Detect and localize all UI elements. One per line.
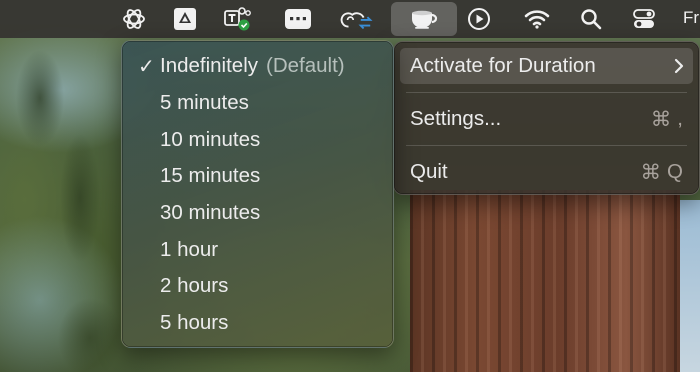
wifi-icon[interactable] [520, 2, 554, 36]
chevron-right-icon [673, 48, 685, 84]
shortcut-key: Q [667, 160, 683, 183]
submenu-item-1-hour[interactable]: 1 hour [128, 231, 387, 268]
submenu-item-2-hours[interactable]: 2 hours [128, 268, 387, 305]
play-circle-icon[interactable] [462, 2, 496, 36]
submenu-item-label: 5 minutes [160, 91, 249, 115]
app-menu: Activate for Duration Settings... ⌘ , Qu… [393, 41, 700, 195]
submenu-item-label: Indefinitely [160, 54, 259, 78]
wallpaper-branches [0, 38, 125, 372]
duration-submenu: ✓ Indefinitely (Default) 5 minutes 10 mi… [121, 40, 394, 348]
command-key-icon: ⌘ [650, 107, 672, 131]
quit-shortcut: ⌘ Q [641, 154, 683, 190]
creative-cloud-sync-icon[interactable] [340, 2, 374, 36]
menu-item-quit[interactable]: Quit ⌘ Q [400, 154, 693, 190]
menu-separator [406, 145, 687, 146]
wallpaper-tree-trunk [410, 190, 680, 372]
submenu-item-label: 2 hours [160, 274, 229, 298]
teams-icon[interactable] [220, 2, 254, 36]
menu-item-label: Activate for Duration [410, 54, 596, 77]
menu-bar: Fr [0, 0, 700, 38]
submenu-item-30-minutes[interactable]: 30 minutes [128, 195, 387, 232]
menu-item-activate-for-duration[interactable]: Activate for Duration [400, 48, 693, 84]
shortcut-key: , [677, 107, 683, 130]
checkmark-icon: ✓ [138, 55, 155, 78]
submenu-item-label: 5 hours [160, 311, 229, 335]
control-center-icon[interactable] [627, 2, 661, 36]
menu-item-label: Quit [410, 160, 448, 183]
submenu-item-indefinitely[interactable]: ✓ Indefinitely (Default) [128, 48, 387, 85]
openai-icon[interactable] [117, 2, 151, 36]
command-key-icon: ⌘ [640, 160, 662, 184]
submenu-item-5-minutes[interactable]: 5 minutes [128, 85, 387, 122]
menubar-clock[interactable]: Fr [683, 8, 699, 28]
submenu-item-10-minutes[interactable]: 10 minutes [128, 121, 387, 158]
submenu-item-5-hours[interactable]: 5 hours [128, 305, 387, 342]
submenu-item-15-minutes[interactable]: 15 minutes [128, 158, 387, 195]
keyboard-window-icon[interactable] [281, 2, 315, 36]
menu-item-settings[interactable]: Settings... ⌘ , [400, 101, 693, 137]
submenu-item-label: 30 minutes [160, 201, 261, 225]
submenu-item-label: 15 minutes [160, 164, 261, 188]
submenu-item-label: 10 minutes [160, 127, 261, 151]
default-hint: (Default) [266, 54, 345, 78]
submenu-item-label: 1 hour [160, 237, 219, 261]
coffee-cup-icon[interactable] [391, 2, 457, 36]
settings-shortcut: ⌘ , [651, 101, 683, 137]
menu-item-label: Settings... [410, 107, 502, 130]
search-icon[interactable] [574, 2, 608, 36]
menu-separator [406, 92, 687, 93]
google-drive-icon[interactable] [168, 2, 202, 36]
